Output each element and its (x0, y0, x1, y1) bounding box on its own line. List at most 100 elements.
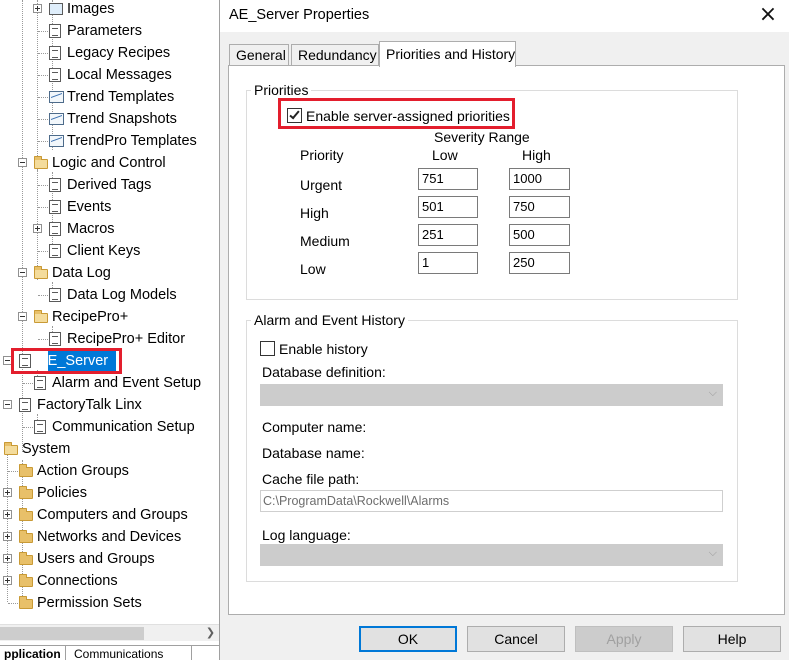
explorer-tree[interactable]: Images Parameters Legacy Recipes Local Mess… (0, 0, 220, 660)
tree-item-label: RecipePro+ (52, 309, 129, 325)
tree-item-label: Computers and Groups (37, 507, 188, 523)
tree-item-policies[interactable]: Policies (0, 482, 219, 504)
tree-item-computers-and-groups[interactable]: Computers and Groups (0, 504, 219, 526)
tab-priorities-and-history[interactable]: Priorities and History (379, 41, 516, 67)
tree-item-label: Local Messages (67, 67, 172, 83)
high-low-input[interactable]: 501 (418, 196, 478, 218)
tree-item-factorytalk-linx[interactable]: FactoryTalk Linx (0, 394, 219, 416)
tree-item-action-groups[interactable]: Action Groups (0, 460, 219, 482)
tree-item-trend-templates[interactable]: Trend Templates (0, 86, 219, 108)
enable-priorities-label: Enable server-assigned priorities (306, 108, 510, 124)
ok-button[interactable]: OK (359, 626, 457, 652)
collapse-icon[interactable] (18, 158, 27, 167)
tree-item-parameters[interactable]: Parameters (0, 20, 219, 42)
expand-icon[interactable] (3, 554, 12, 563)
tree-item-label: Images (67, 1, 115, 17)
database-icon (49, 288, 61, 302)
tree-item-networks-and-devices[interactable]: Networks and Devices (0, 526, 219, 548)
tree-item-derived-tags[interactable]: Derived Tags (0, 174, 219, 196)
tree-item-label: Action Groups (37, 463, 129, 479)
tree-item-permission-sets[interactable]: Permission Sets (0, 592, 219, 614)
tree-item-images[interactable]: Images (0, 0, 219, 20)
high-high-input[interactable]: 750 (509, 196, 570, 218)
medium-high-input[interactable]: 500 (509, 224, 570, 246)
database-definition-dropdown[interactable]: ⌵ (260, 384, 723, 406)
folder-icon (19, 486, 33, 499)
tree-item-alarm-and-event-setup[interactable]: Alarm and Event Setup (0, 372, 219, 394)
tree-item-legacy-recipes[interactable]: Legacy Recipes (0, 42, 219, 64)
tree-item-recipepro[interactable]: RecipePro+ (0, 306, 219, 328)
apply-button[interactable]: Apply (575, 626, 673, 652)
collapse-icon[interactable] (18, 268, 27, 277)
tree-item-label: FactoryTalk Linx (37, 397, 142, 413)
expand-icon[interactable] (33, 4, 42, 13)
expand-icon[interactable] (3, 576, 12, 585)
low-high-input[interactable]: 250 (509, 252, 570, 274)
alarm-icon (34, 376, 46, 390)
log-language-dropdown[interactable]: ⌵ (260, 544, 723, 566)
chevron-down-icon: ⌵ (708, 547, 717, 559)
priorities-legend: Priorities (251, 82, 312, 98)
scroll-right-icon[interactable]: ❯ (203, 625, 218, 642)
tree-item-data-log[interactable]: Data Log (0, 262, 219, 284)
tree-item-system[interactable]: System (0, 438, 219, 460)
expand-icon[interactable] (33, 224, 42, 233)
low-low-input[interactable]: 1 (418, 252, 478, 274)
tree-item-data-log-models[interactable]: Data Log Models (0, 284, 219, 306)
enable-history-checkbox[interactable] (260, 341, 275, 356)
priority-column-header: Priority (300, 147, 344, 163)
cancel-button[interactable]: Cancel (467, 626, 565, 652)
trend-icon (49, 113, 64, 125)
tree-item-logic-and-control[interactable]: Logic and Control (0, 152, 219, 174)
tree-item-connections[interactable]: Connections (0, 570, 219, 592)
tree-item-macros[interactable]: Macros (0, 218, 219, 240)
expand-icon[interactable] (3, 488, 12, 497)
tab-application[interactable]: pplication (0, 646, 66, 660)
medium-low-input[interactable]: 251 (418, 224, 478, 246)
derived-tag-icon (49, 178, 61, 192)
communication-icon (34, 420, 46, 434)
help-button[interactable]: Help (683, 626, 781, 652)
folder-open-icon (34, 266, 48, 279)
cache-path-field[interactable]: C:\ProgramData\Rockwell\Alarms (260, 490, 723, 512)
folder-icon (19, 552, 33, 565)
tree-item-communication-setup[interactable]: Communication Setup (0, 416, 219, 438)
collapse-icon[interactable] (18, 312, 27, 321)
tab-redundancy[interactable]: Redundancy (291, 44, 379, 66)
folder-icon (19, 574, 33, 587)
enable-priorities-checkbox[interactable] (287, 108, 302, 123)
dialog-title: AE_Server Properties (229, 7, 370, 23)
collapse-icon[interactable] (3, 400, 12, 409)
tree-item-label: System (22, 441, 71, 457)
ae-server-highlight-box (11, 348, 122, 374)
tree-item-client-keys[interactable]: Client Keys (0, 240, 219, 262)
tree-item-label: Connections (37, 573, 118, 589)
tree-item-label: Policies (37, 485, 87, 501)
expand-icon[interactable] (3, 510, 12, 519)
dialog-titlebar: AE_Server Properties × (220, 0, 789, 32)
bottom-tabs: pplication Communications (0, 645, 219, 660)
tree-item-label: Legacy Recipes (67, 45, 171, 61)
tree-item-local-messages[interactable]: Local Messages (0, 64, 219, 86)
high-column-header: High (522, 147, 551, 163)
tree-item-events[interactable]: Events (0, 196, 219, 218)
tab-communications[interactable]: Communications (70, 646, 192, 660)
tree-item-trendpro-templates[interactable]: TrendPro Templates (0, 130, 219, 152)
folder-icon (19, 530, 33, 543)
tab-general[interactable]: General (229, 44, 289, 66)
scrollbar-thumb[interactable] (0, 627, 144, 640)
low-column-header: Low (432, 147, 458, 163)
tree-item-label: Networks and Devices (37, 529, 182, 545)
tree-item-trend-snapshots[interactable]: Trend Snapshots (0, 108, 219, 130)
urgent-low-input[interactable]: 751 (418, 168, 478, 190)
close-icon[interactable]: × (755, 3, 781, 29)
folder-icon (19, 508, 33, 521)
tree-item-users-and-groups[interactable]: Users and Groups (0, 548, 219, 570)
computer-name-label: Computer name: (262, 419, 367, 435)
tree-horizontal-scrollbar[interactable]: ❯ (0, 624, 219, 642)
expand-icon[interactable] (3, 532, 12, 541)
tab-page: Priorities Enable server-assigned priori… (228, 65, 785, 615)
urgent-high-input[interactable]: 1000 (509, 168, 570, 190)
tree-item-label: Derived Tags (67, 177, 152, 193)
tree-item-recipepro-editor[interactable]: RecipePro+ Editor (0, 328, 219, 350)
